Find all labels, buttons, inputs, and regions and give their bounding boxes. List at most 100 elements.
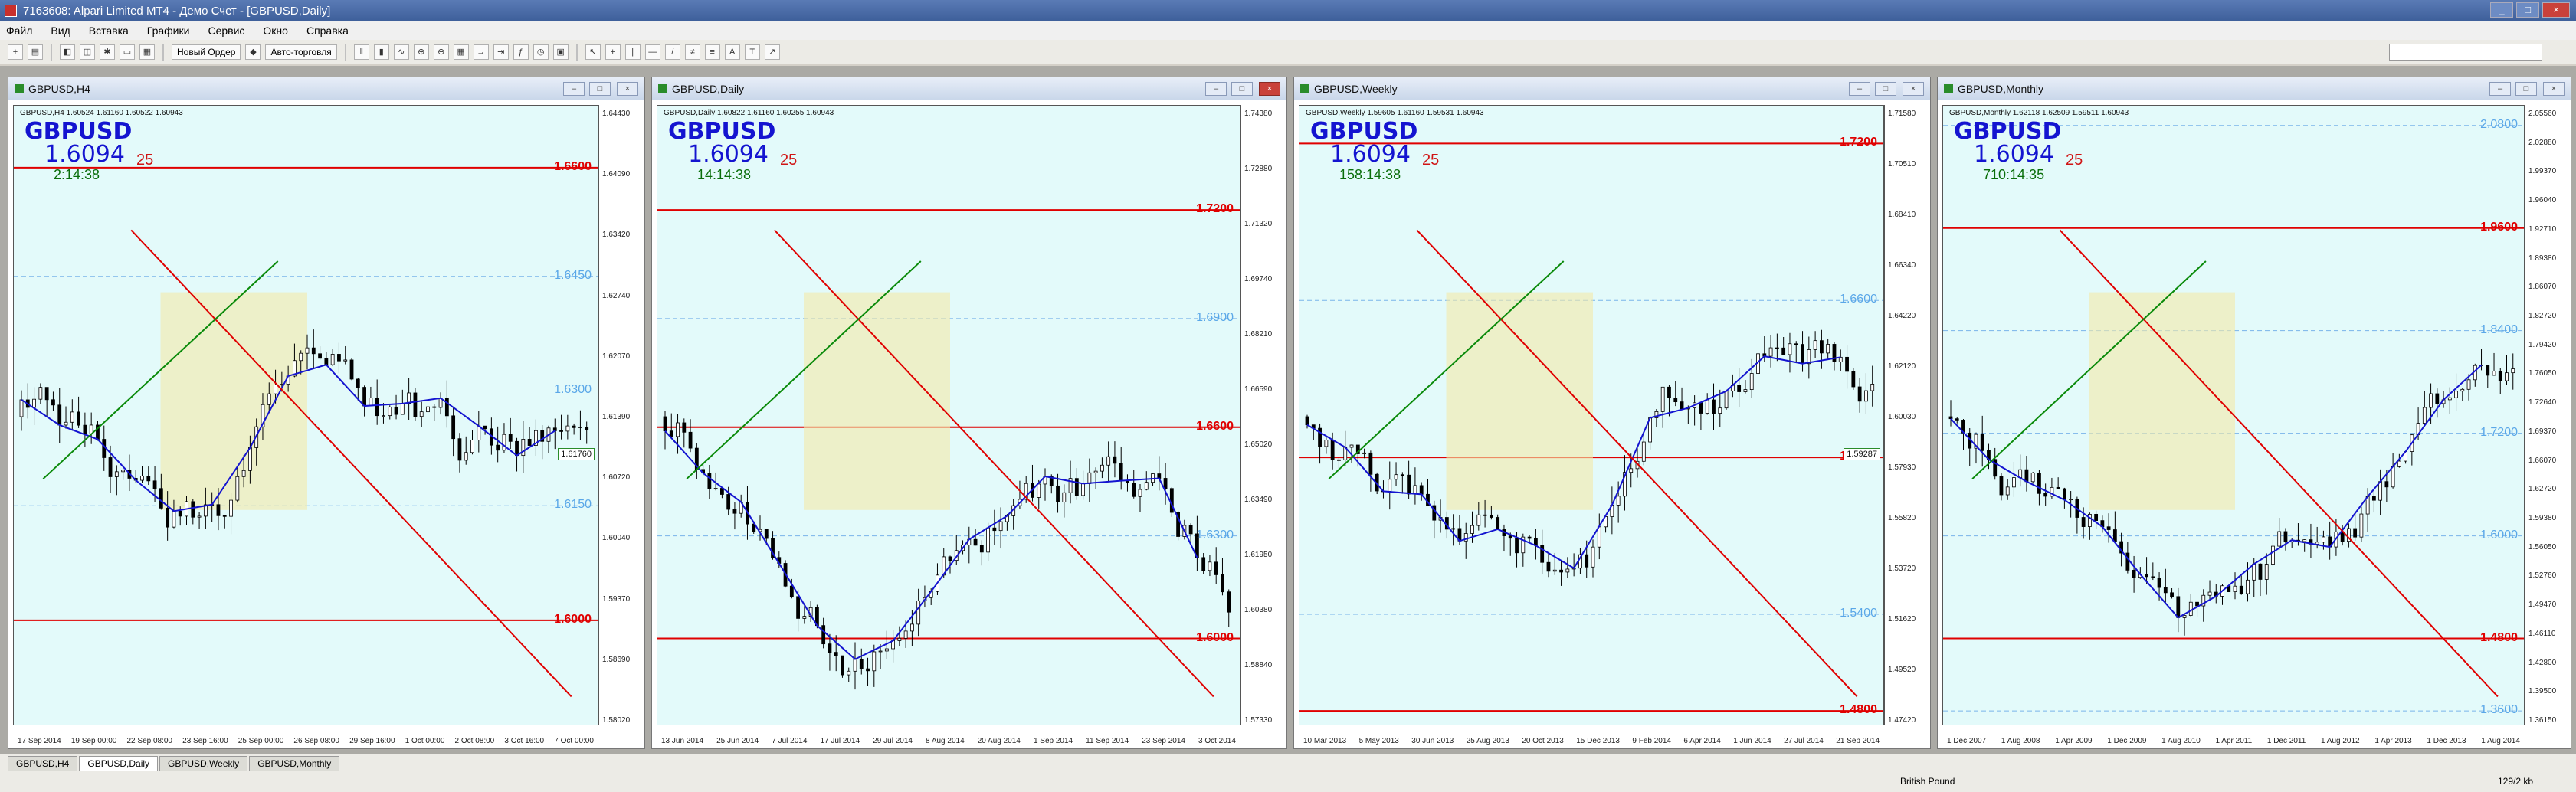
terminal-icon[interactable]: ▭ [120, 44, 135, 60]
chart-window-monthly[interactable]: GBPUSD,Monthly – □ × GBPUSD,Monthly 1.62… [1937, 77, 2571, 749]
menu-file[interactable]: Файл [6, 25, 32, 37]
fibonacci-icon[interactable]: ≡ [704, 44, 720, 60]
candle-body [324, 358, 329, 365]
new-order-button[interactable]: Новый Ордер [172, 44, 241, 60]
text-label-icon[interactable]: T [744, 44, 760, 60]
tab-h4[interactable]: GBPUSD,H4 [8, 756, 78, 771]
menu-help[interactable]: Справка [306, 25, 349, 37]
chart-plot-area[interactable]: GBPUSD,Weekly 1.59605 1.61160 1.59531 1.… [1299, 105, 1884, 725]
price-axis[interactable]: 1.71580 1.70510 1.68410 1.66340 1.64220 1.621… [1884, 105, 1930, 725]
time-axis[interactable]: 17 Sep 2014 19 Sep 00:00 22 Sep 08:00 23 Se… [13, 727, 598, 745]
chart-minimize-button[interactable]: – [563, 82, 585, 96]
time-tick-label: 22 Sep 08:00 [126, 737, 173, 745]
candle-body [866, 668, 870, 672]
new-chart-icon[interactable]: + [8, 44, 23, 60]
time-tick-label: 1 Dec 2011 [2266, 737, 2306, 745]
profiles-icon[interactable]: ▤ [28, 44, 43, 60]
candle-body [2106, 526, 2111, 530]
chart-close-button[interactable]: × [1903, 82, 1924, 96]
metaeditor-icon[interactable]: ◆ [245, 44, 261, 60]
chart-plot-area[interactable]: GBPUSD,Monthly 1.62118 1.62509 1.59511 1… [1942, 105, 2525, 725]
chart-close-button[interactable]: × [617, 82, 638, 96]
chart-window-title[interactable]: GBPUSD,H4 – □ × [8, 77, 644, 100]
chart-minimize-button[interactable]: – [1205, 82, 1227, 96]
chart-maximize-button[interactable]: □ [2515, 82, 2537, 96]
horizontal-line-icon[interactable]: — [644, 44, 660, 60]
bid-pips: 25 [780, 152, 798, 169]
time-axis[interactable]: 10 Mar 2013 5 May 2013 30 Jun 2013 25 Aug 2… [1299, 727, 1884, 745]
zoom-out-icon[interactable]: ⊖ [433, 44, 449, 60]
tab-daily[interactable]: GBPUSD,Daily [79, 756, 159, 771]
chart-window-title[interactable]: GBPUSD,Monthly – □ × [1938, 77, 2571, 100]
candle-body [1113, 456, 1117, 464]
candle-body [2271, 545, 2275, 565]
chart-maximize-button[interactable]: □ [1875, 82, 1896, 96]
candle-body [216, 504, 221, 516]
menu-tools[interactable]: Сервис [208, 25, 244, 37]
text-icon[interactable]: A [724, 44, 740, 60]
tester-icon[interactable]: ▦ [139, 44, 155, 60]
chart-plot-area[interactable]: GBPUSD,H4 1.60524 1.61160 1.60522 1.6094… [13, 105, 598, 725]
chart-shift-icon[interactable]: ⇥ [493, 44, 509, 60]
time-axis[interactable]: 1 Dec 2007 1 Aug 2008 1 Apr 2009 1 Dec 2009… [1942, 727, 2525, 745]
candle-body [1712, 399, 1716, 414]
candle-body [64, 421, 68, 426]
chart-window-title[interactable]: GBPUSD,Daily – □ × [652, 77, 1286, 100]
chart-window-title[interactable]: GBPUSD,Weekly – □ × [1294, 77, 1930, 100]
chart-minimize-button[interactable]: – [1849, 82, 1870, 96]
chart-maximize-button[interactable]: □ [1231, 82, 1253, 96]
menu-charts[interactable]: Графики [147, 25, 190, 37]
chart-window-weekly[interactable]: GBPUSD,Weekly – □ × GBPUSD,Weekly 1.5960… [1293, 77, 1931, 749]
equidistant-channel-icon[interactable]: ≠ [684, 44, 700, 60]
menu-window[interactable]: Окно [263, 25, 288, 37]
candle-body [178, 510, 182, 517]
zoom-in-icon[interactable]: ⊕ [413, 44, 429, 60]
price-axis[interactable]: 1.64430 1.64090 1.63420 1.62740 1.62070 1.613… [598, 105, 644, 725]
autoscroll-icon[interactable]: → [473, 44, 489, 60]
candle-body [2511, 368, 2515, 374]
periods-icon[interactable]: ◷ [533, 44, 549, 60]
time-axis[interactable]: 13 Jun 2014 25 Jun 2014 7 Jul 2014 17 Jul 2… [657, 727, 1240, 745]
templates-icon[interactable]: ▣ [552, 44, 569, 60]
chart-window-daily[interactable]: GBPUSD,Daily – □ × GBPUSD,Daily 1.60822 … [651, 77, 1287, 749]
chart-close-button[interactable]: × [1259, 82, 1280, 96]
bar-chart-icon[interactable]: ‖ [353, 44, 369, 60]
chart-maximize-button[interactable]: □ [589, 82, 611, 96]
candle-body [796, 596, 801, 619]
tab-monthly[interactable]: GBPUSD,Monthly [249, 756, 340, 771]
trendline-icon[interactable]: / [664, 44, 680, 60]
candle-body [732, 509, 737, 514]
time-tick-label: 1 Dec 2009 [2107, 737, 2147, 745]
tab-weekly[interactable]: GBPUSD,Weekly [159, 756, 248, 771]
maximize-button[interactable]: □ [2516, 2, 2539, 18]
price-axis[interactable]: 1.74380 1.72880 1.71320 1.69740 1.68210 1.665… [1240, 105, 1286, 725]
minimize-button[interactable]: _ [2490, 2, 2513, 18]
menu-insert[interactable]: Вставка [89, 25, 129, 37]
auto-trading-button[interactable]: Авто-торговля [265, 44, 337, 60]
crosshair-icon[interactable]: + [605, 44, 621, 60]
candle-body [515, 440, 519, 457]
chart-plot-area[interactable]: GBPUSD,Daily 1.60822 1.61160 1.60255 1.6… [657, 105, 1240, 725]
price-axis[interactable]: 2.05560 2.02880 1.99370 1.96040 1.92710 1.893… [2525, 105, 2571, 725]
price-tick-label: 1.70510 [1888, 160, 1916, 169]
price-tick-label: 1.69370 [2528, 427, 2557, 436]
chart-minimize-button[interactable]: – [2489, 82, 2511, 96]
tile-windows-icon[interactable]: ▦ [453, 44, 469, 60]
chart-window-h4[interactable]: GBPUSD,H4 – □ × GBPUSD,H4 1.60524 1.6116… [8, 77, 645, 749]
cursor-icon[interactable]: ↖ [585, 44, 601, 60]
chart-close-button[interactable]: × [2543, 82, 2565, 96]
candlestick-icon[interactable]: ▮ [373, 44, 389, 60]
candle-body [2460, 388, 2465, 392]
line-chart-icon[interactable]: ∿ [393, 44, 409, 60]
navigator-icon[interactable]: ✱ [100, 44, 115, 60]
arrows-icon[interactable]: ↗ [764, 44, 780, 60]
price-tick-label: 1.72880 [1244, 165, 1273, 173]
vertical-line-icon[interactable]: | [624, 44, 641, 60]
data-window-icon[interactable]: ◫ [80, 44, 95, 60]
search-input[interactable] [2389, 44, 2542, 61]
close-button[interactable]: × [2542, 2, 2570, 18]
menu-view[interactable]: Вид [51, 25, 70, 37]
price-tick-label: 1.64090 [602, 170, 631, 179]
indicators-icon[interactable]: ƒ [513, 44, 529, 60]
market-watch-icon[interactable]: ◧ [60, 44, 75, 60]
